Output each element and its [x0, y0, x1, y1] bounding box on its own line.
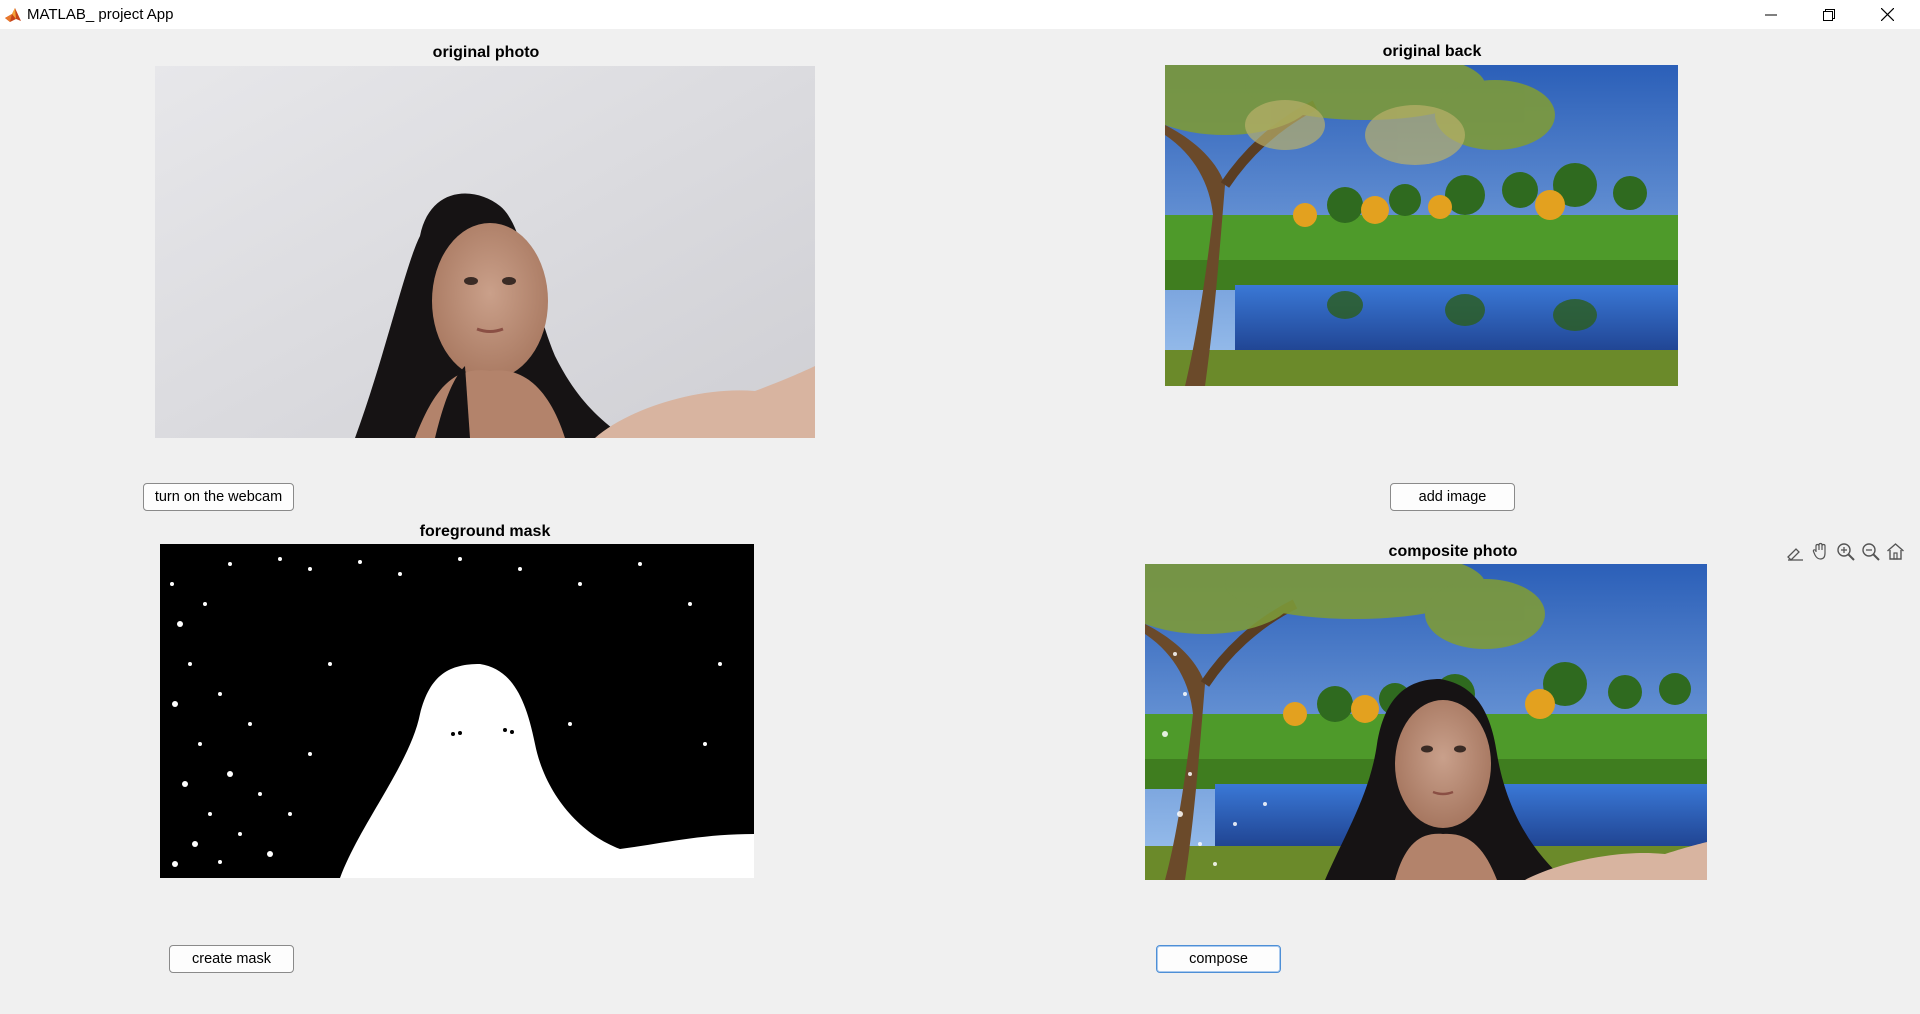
pan-hand-icon[interactable]: [1810, 541, 1831, 562]
foreground-mask-title: foreground mask: [419, 523, 551, 540]
minimize-icon: [1765, 9, 1777, 21]
restore-button[interactable]: [1800, 0, 1858, 29]
axes-toolbar: [1785, 540, 1906, 562]
original-photo-image: [155, 66, 815, 438]
foreground-mask-image: [160, 544, 754, 878]
matlab-logo-icon: [4, 6, 22, 24]
add-image-button[interactable]: add image: [1390, 483, 1515, 511]
zoom-in-icon[interactable]: [1835, 541, 1856, 562]
original-back-image: [1165, 65, 1678, 386]
window-title: MATLAB_ project App: [27, 6, 174, 23]
minimize-button[interactable]: [1742, 0, 1800, 29]
home-icon[interactable]: [1885, 541, 1906, 562]
compose-button[interactable]: compose: [1156, 945, 1281, 973]
close-button[interactable]: [1858, 0, 1916, 29]
restore-icon: [1823, 8, 1835, 21]
brush-icon[interactable]: [1785, 541, 1806, 562]
title-bar: MATLAB_ project App: [0, 0, 1920, 29]
composite-photo-title: composite photo: [1388, 543, 1518, 560]
zoom-out-icon[interactable]: [1860, 541, 1881, 562]
create-mask-button[interactable]: create mask: [169, 945, 294, 973]
turn-on-webcam-button[interactable]: turn on the webcam: [143, 483, 294, 511]
original-back-title: original back: [1382, 43, 1482, 60]
original-photo-title: original photo: [432, 44, 540, 61]
composite-photo-image: [1145, 564, 1707, 880]
close-icon: [1880, 8, 1894, 21]
